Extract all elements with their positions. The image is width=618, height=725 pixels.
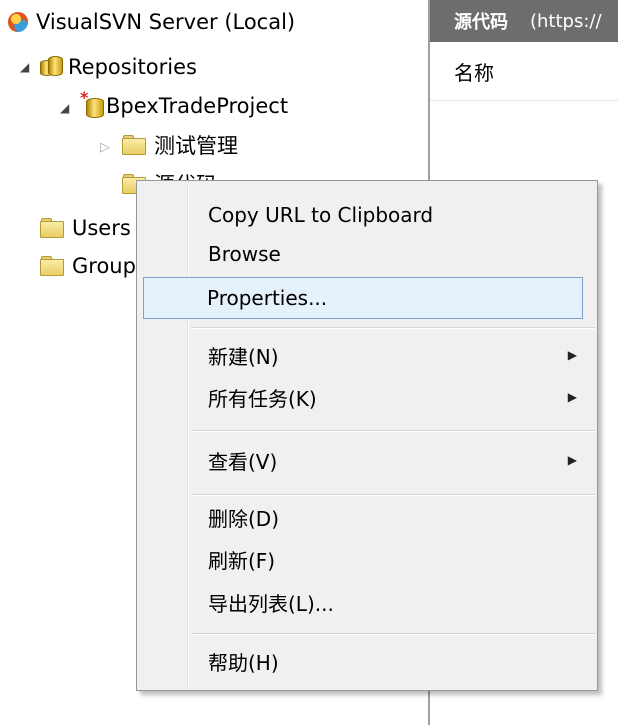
tree-node-folder-test[interactable]: 测试管理 <box>122 127 238 163</box>
details-title: 源代码 <box>454 12 508 33</box>
menu-item-label: Copy URL to Clipboard <box>208 203 434 227</box>
menu-item-delete[interactable]: 删除(D) <box>139 496 595 538</box>
tree-node-repositories[interactable]: Repositories <box>40 49 197 85</box>
menu-item-view[interactable]: 查看(V) ▶ <box>139 439 595 481</box>
menu-item-label: 删除(D) <box>208 506 280 531</box>
repositories-icon <box>40 56 64 78</box>
menu-separator <box>191 633 595 635</box>
menu-item-label: 所有任务(K) <box>208 386 317 411</box>
visualsvn-server-icon <box>8 12 28 32</box>
menu-item-new[interactable]: 新建(N) ▶ <box>139 334 595 376</box>
column-header-label: 名称 <box>454 60 494 85</box>
tree-node-bpextradeproject[interactable]: * BpexTradeProject <box>80 88 288 124</box>
repository-icon: * <box>80 88 104 118</box>
folder-icon <box>40 256 64 276</box>
menu-item-label: 查看(V) <box>208 449 278 474</box>
submenu-arrow-icon: ▶ <box>567 453 577 467</box>
tree-node-label: BpexTradeProject <box>106 94 289 118</box>
menu-item-copy-url[interactable]: Copy URL to Clipboard <box>139 194 595 236</box>
menu-item-refresh[interactable]: 刷新(F) <box>139 538 595 580</box>
collapsed-arrow-icon[interactable]: ▷ <box>100 140 110 155</box>
menu-item-help[interactable]: 帮助(H) <box>139 640 595 682</box>
context-menu: Copy URL to Clipboard Browse Properties.… <box>136 180 598 691</box>
menu-item-export-list[interactable]: 导出列表(L)... <box>139 581 595 623</box>
menu-item-all-tasks[interactable]: 所有任务(K) ▶ <box>139 376 595 418</box>
folder-icon <box>40 218 64 238</box>
menu-item-label: 刷新(F) <box>208 548 276 573</box>
tree-node-groups[interactable]: Groups <box>40 248 147 284</box>
details-header: 源代码 (https:// <box>430 0 618 42</box>
expanded-arrow-icon[interactable]: ◢ <box>20 60 29 74</box>
tree-node-label: VisualSVN Server (Local) <box>36 10 296 34</box>
tree-node-label: 测试管理 <box>154 134 238 158</box>
submenu-arrow-icon: ▶ <box>567 348 577 362</box>
menu-item-label: 导出列表(L)... <box>208 591 334 616</box>
menu-item-label: Properties... <box>207 286 328 310</box>
submenu-arrow-icon: ▶ <box>567 390 577 404</box>
menu-separator <box>191 430 595 432</box>
menu-item-label: Browse <box>208 242 281 266</box>
menu-item-label: 新建(N) <box>208 344 279 369</box>
menu-item-browse[interactable]: Browse <box>139 233 595 275</box>
details-url: (https:// <box>530 10 602 32</box>
tree-node-label: Repositories <box>68 55 197 79</box>
tree-node-server[interactable]: VisualSVN Server (Local) <box>8 4 295 40</box>
tree-node-users[interactable]: Users <box>40 210 131 246</box>
folder-icon <box>122 135 146 155</box>
expanded-arrow-icon[interactable]: ◢ <box>60 101 69 115</box>
menu-item-properties[interactable]: Properties... <box>143 277 583 319</box>
menu-item-label: 帮助(H) <box>208 650 279 675</box>
menu-separator <box>191 327 595 329</box>
column-header-name[interactable]: 名称 <box>430 42 618 101</box>
tree-node-label: Users <box>72 216 131 240</box>
